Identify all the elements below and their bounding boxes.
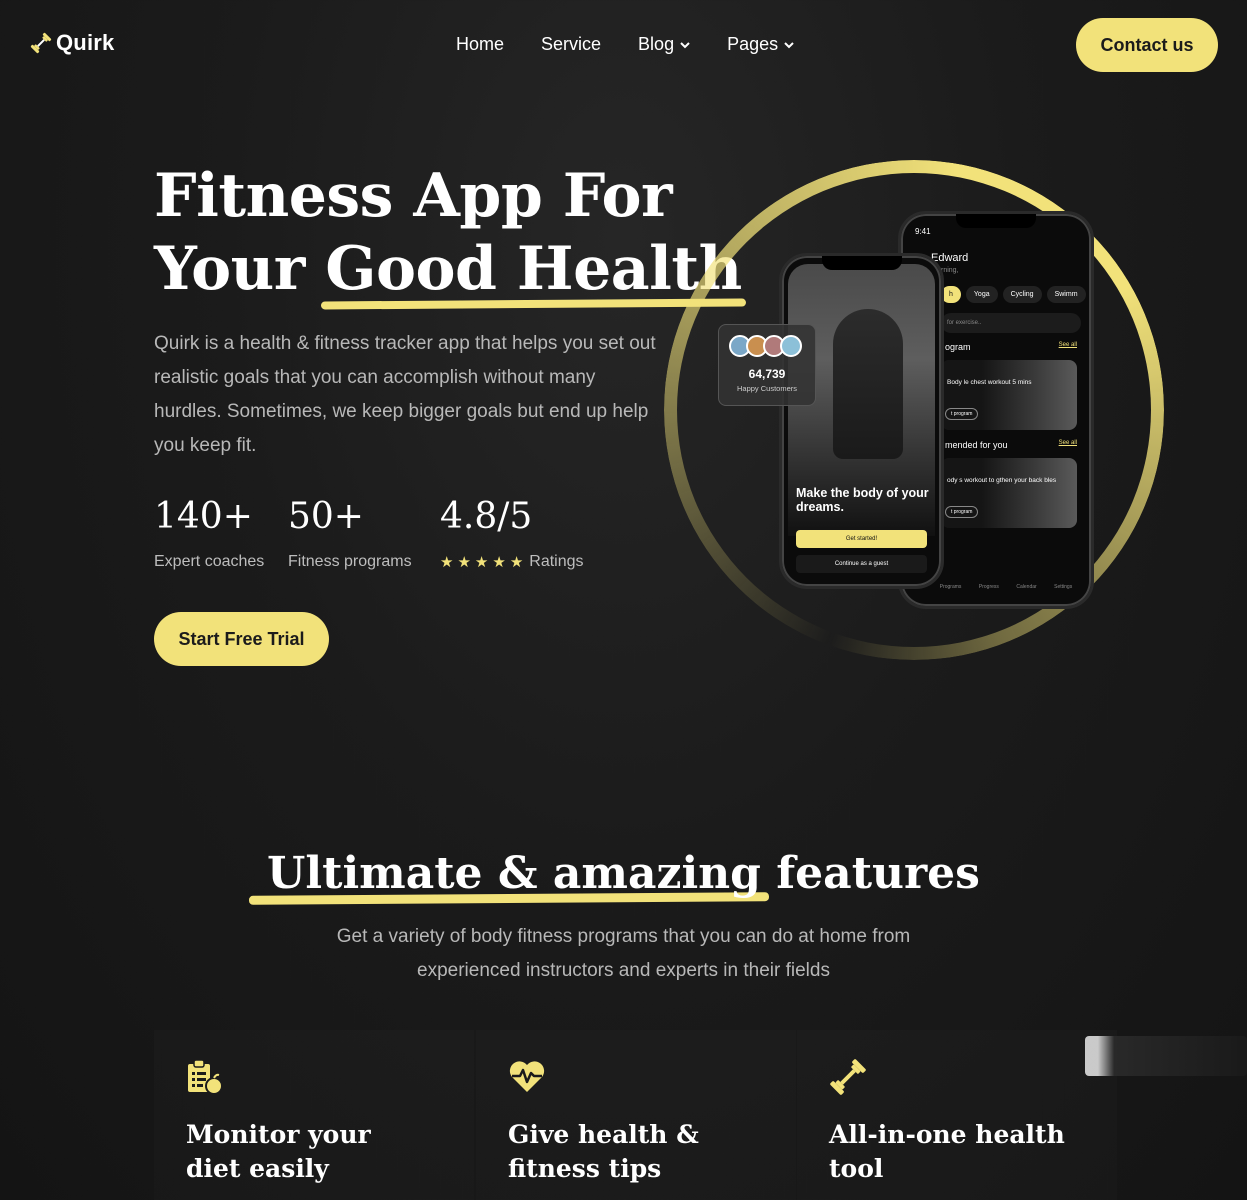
nav-item-pages[interactable]: Pages: [727, 34, 794, 55]
stat-label-text: Fitness programs: [288, 553, 412, 570]
customer-label: Happy Customers: [736, 384, 798, 393]
chip: Cycling: [1002, 286, 1042, 303]
phone-mockup-onboarding: Make the body of your dreams. Get starte…: [779, 253, 944, 589]
brand-name: Quirk: [56, 30, 115, 55]
status-time: 9:41: [915, 227, 931, 236]
stat-coaches: 140+ Expert coaches: [154, 496, 264, 571]
onboarding-headline: Make the body of your dreams.: [796, 486, 929, 514]
card-button: t program: [945, 506, 979, 518]
see-all-link: See all: [1058, 440, 1077, 446]
category-chips: h Yoga Cycling Swimm: [941, 286, 1086, 303]
rating-stars: ★ ★ ★ ★ ★: [440, 553, 523, 571]
customer-count: 64,739: [748, 367, 786, 381]
chip: Swimm: [1046, 286, 1086, 303]
tab-label: Calendar: [1016, 584, 1037, 590]
athlete-figure: [833, 309, 903, 459]
avatar: [780, 335, 802, 357]
features-title: Ultimate & amazing features: [0, 848, 1247, 899]
customer-avatars: [729, 335, 802, 357]
stat-programs: 50+ Fitness programs: [288, 496, 412, 571]
dumbbell-icon: [30, 32, 52, 54]
phone-search: for exercise..: [941, 313, 1081, 333]
tab-label: Settings: [1054, 584, 1073, 590]
feature-card-diet: Monitor your diet easily: [154, 1030, 474, 1200]
card-text: ody s workout to gthen your back bles: [947, 477, 1057, 484]
nav-label: Blog: [638, 34, 675, 54]
chevron-down-icon: [680, 41, 690, 48]
nav-label: Service: [541, 34, 602, 54]
stat-label: Fitness programs: [288, 553, 412, 571]
section-title: mended for you: [945, 440, 1008, 450]
phone-tabbar: Programs Progress Calendar Settings: [931, 584, 1081, 590]
dumbbell-icon: [830, 1059, 866, 1095]
card-button: t program: [945, 408, 979, 420]
stat-label-text: Ratings: [529, 553, 584, 570]
star-icon: ★: [492, 554, 506, 571]
feature-title: Give health & fitness tips: [508, 1120, 699, 1183]
tab-label: Programs: [939, 584, 962, 590]
see-all-link: See all: [1058, 342, 1077, 348]
top-navbar: Quirk Home Service Blog Pages Contact us: [0, 0, 1247, 90]
hero-title-line2-plain: Your: [154, 234, 326, 304]
hero-description: Quirk is a health & fitness tracker app …: [154, 333, 656, 456]
stat-ratings: 4.8/5 ★ ★ ★ ★ ★ Ratings: [440, 496, 584, 571]
chip: Yoga: [965, 286, 998, 303]
section-title: ogram: [945, 342, 971, 352]
stat-label: ★ ★ ★ ★ ★ Ratings: [440, 553, 584, 571]
nav-label: Pages: [727, 34, 779, 54]
nav-item-home[interactable]: Home: [456, 34, 504, 55]
stat-value: 50+: [288, 496, 364, 537]
phone-notch: [821, 256, 902, 270]
greeting: rning,: [941, 267, 959, 274]
star-icon: ★: [457, 554, 471, 571]
contact-button[interactable]: Contact us: [1076, 18, 1218, 72]
star-icon: ★: [440, 554, 454, 571]
tab-label: Progress: [978, 584, 999, 590]
program-card: Body le chest workout 5 mins t program: [941, 360, 1077, 430]
stat-value: 140+: [154, 496, 253, 537]
main-menu: Home Service Blog Pages: [456, 34, 794, 55]
stat-label-text: Expert coaches: [154, 553, 265, 570]
stat-label: Expert coaches: [154, 553, 264, 571]
nav-item-service[interactable]: Service: [541, 34, 601, 55]
features-description: Get a variety of body fitness programs t…: [336, 926, 911, 981]
features-title-rest: features: [760, 848, 980, 899]
card-text: Body le chest workout 5 mins: [947, 379, 1032, 386]
program-card: ody s workout to gthen your back bles t …: [941, 458, 1077, 528]
phone-notch: [956, 214, 1036, 228]
star-icon: ★: [474, 554, 489, 571]
hero-title-line1: Fitness App For: [154, 161, 673, 231]
start-free-trial-button[interactable]: Start Free Trial: [154, 612, 329, 666]
feature-card-tips: Give health & fitness tips: [476, 1030, 796, 1200]
partial-image-thumbnail: [1085, 1036, 1247, 1076]
stat-value: 4.8/5: [440, 496, 533, 537]
nav-item-blog[interactable]: Blog: [638, 34, 690, 55]
nav-label: Home: [456, 34, 505, 54]
features-title-highlight: Ultimate & amazing: [267, 848, 761, 899]
feature-title: Monitor your diet easily: [186, 1120, 371, 1183]
guest-button: Continue as a guest: [796, 555, 927, 573]
clipboard-apple-icon: [188, 1059, 223, 1095]
get-started-button: Get started!: [796, 530, 927, 548]
chevron-down-icon: [784, 41, 794, 48]
happy-customers-card: 64,739 Happy Customers: [718, 324, 816, 406]
hero-title-highlight: Good Health: [325, 234, 742, 304]
feature-title: All-in-one health tool: [829, 1120, 1065, 1183]
star-icon: ★: [509, 554, 524, 571]
heartbeat-icon: [509, 1061, 545, 1092]
brand-logo[interactable]: Quirk: [29, 30, 114, 56]
feature-card-tool: All-in-one health tool: [797, 1030, 1117, 1200]
hero-title: Fitness App For Your Good Health: [154, 160, 742, 306]
